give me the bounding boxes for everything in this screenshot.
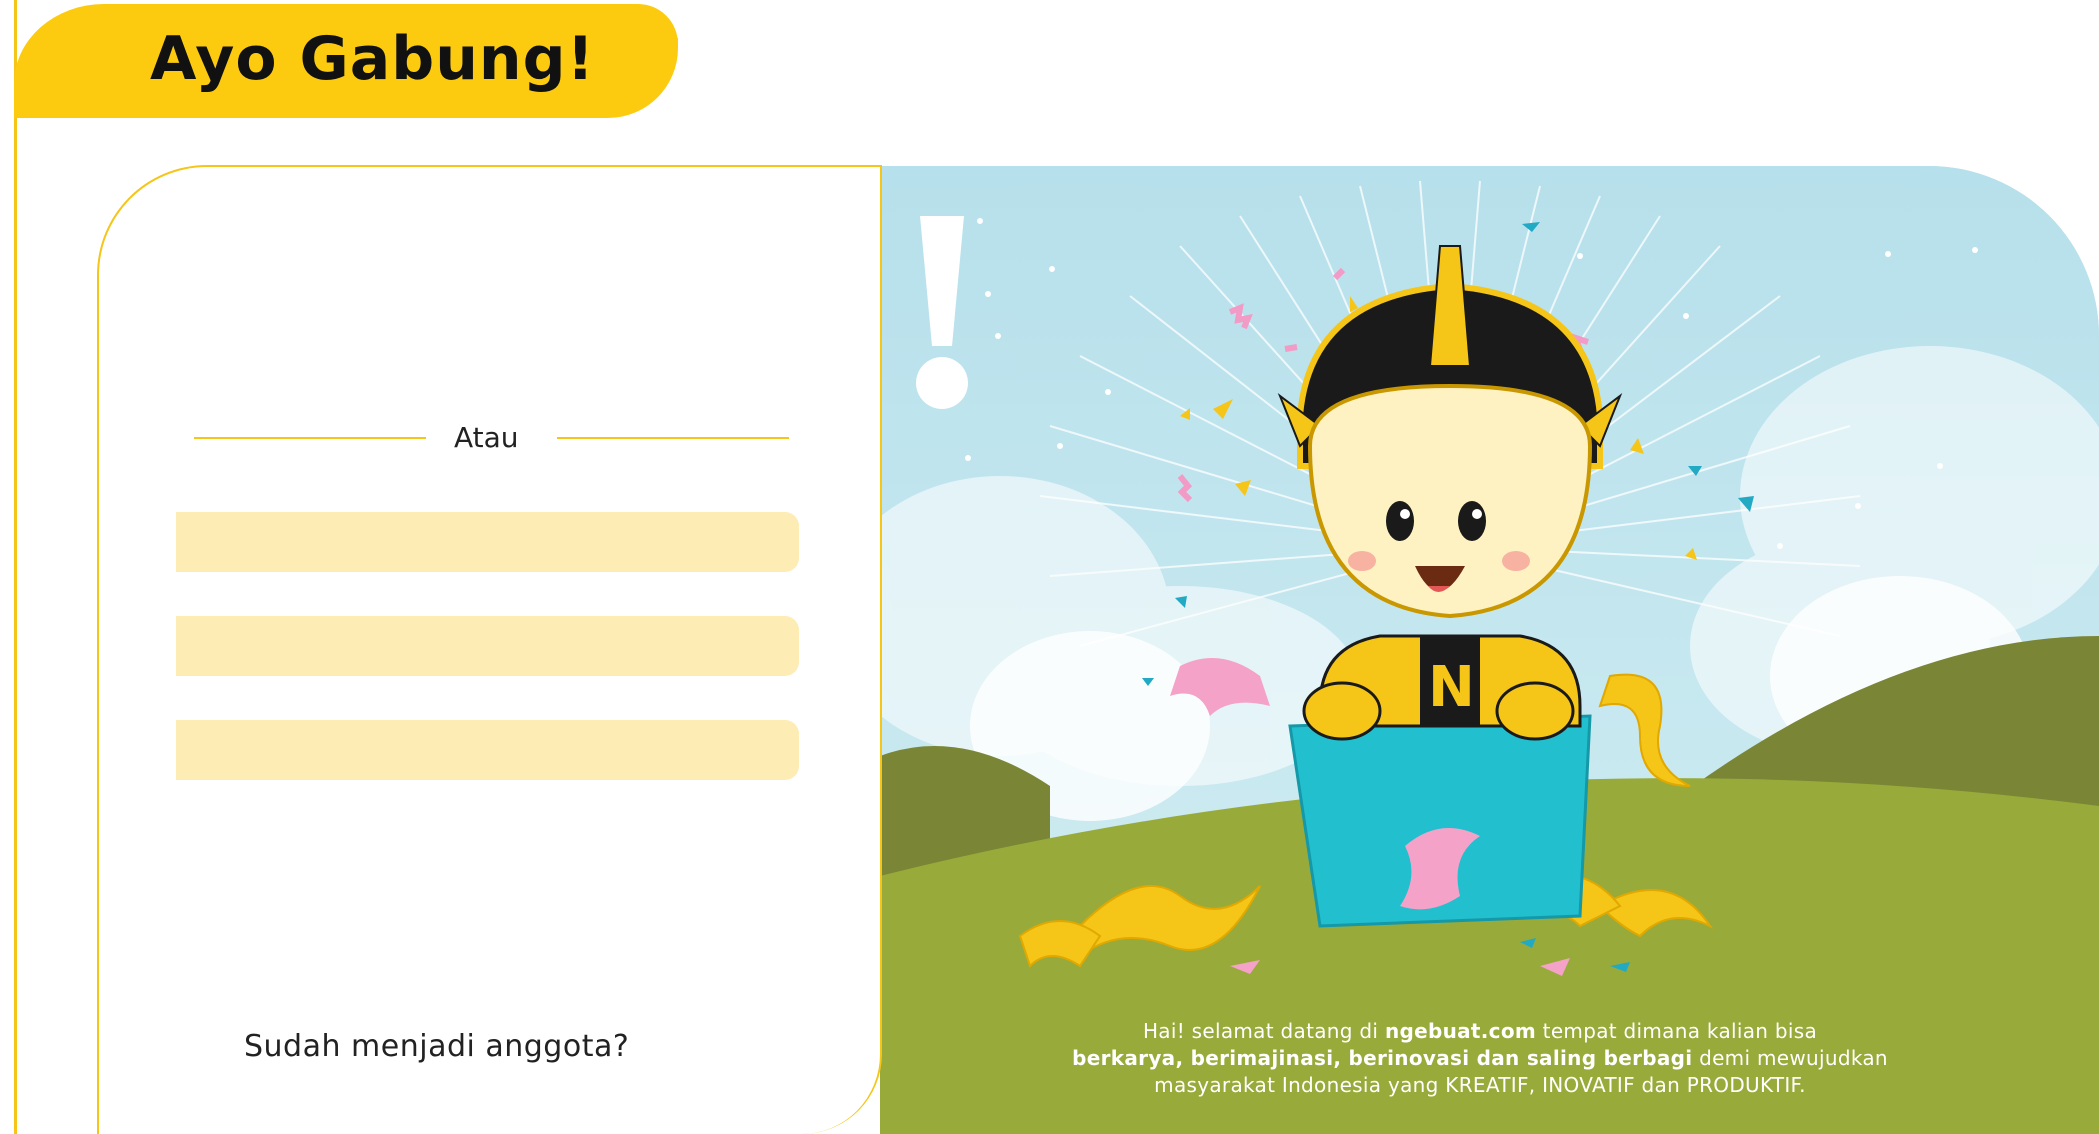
svg-text:N: N xyxy=(1428,655,1475,720)
register-field-3[interactable] xyxy=(176,720,799,780)
welcome-line-2-bold: berkarya, berimajinasi, berinovasi dan s… xyxy=(1072,1046,1693,1070)
already-member-prompt: Sudah menjadi anggota? xyxy=(244,1029,630,1064)
site-name: ngebuat.com xyxy=(1384,1019,1537,1043)
welcome-line-1: Hai! selamat datang di ngebuat.com tempa… xyxy=(1030,1018,1930,1045)
hero-illustration: N Hai! selamat datang di ngebuat.com tem… xyxy=(880,166,2099,1134)
welcome-line-2: berkarya, berimajinasi, berinovasi dan s… xyxy=(1030,1045,1930,1072)
register-field-2[interactable] xyxy=(176,616,799,676)
divider-line-right xyxy=(557,437,789,439)
register-form-card: Atau Sudah menjadi anggota? xyxy=(97,165,882,1134)
welcome-line-3: masyarakat Indonesia yang KREATIF, INOVA… xyxy=(1154,1073,1806,1097)
mascot-illustration: N xyxy=(880,166,2099,1134)
welcome-line-2-suffix: demi mewujudkan xyxy=(1692,1046,1888,1070)
welcome-line-1-suffix: tempat dimana kalian bisa xyxy=(1536,1019,1818,1043)
divider-line-left xyxy=(194,437,426,439)
page-title: Ayo Gabung! xyxy=(150,24,595,94)
welcome-line-1-prefix: Hai! selamat datang di xyxy=(1142,1019,1385,1043)
welcome-text: Hai! selamat datang di ngebuat.com tempa… xyxy=(1030,1018,1930,1099)
divider-text: Atau xyxy=(454,421,519,454)
title-tab: Ayo Gabung! xyxy=(14,4,678,118)
gift-box xyxy=(1288,714,1592,928)
register-field-1[interactable] xyxy=(176,512,799,572)
